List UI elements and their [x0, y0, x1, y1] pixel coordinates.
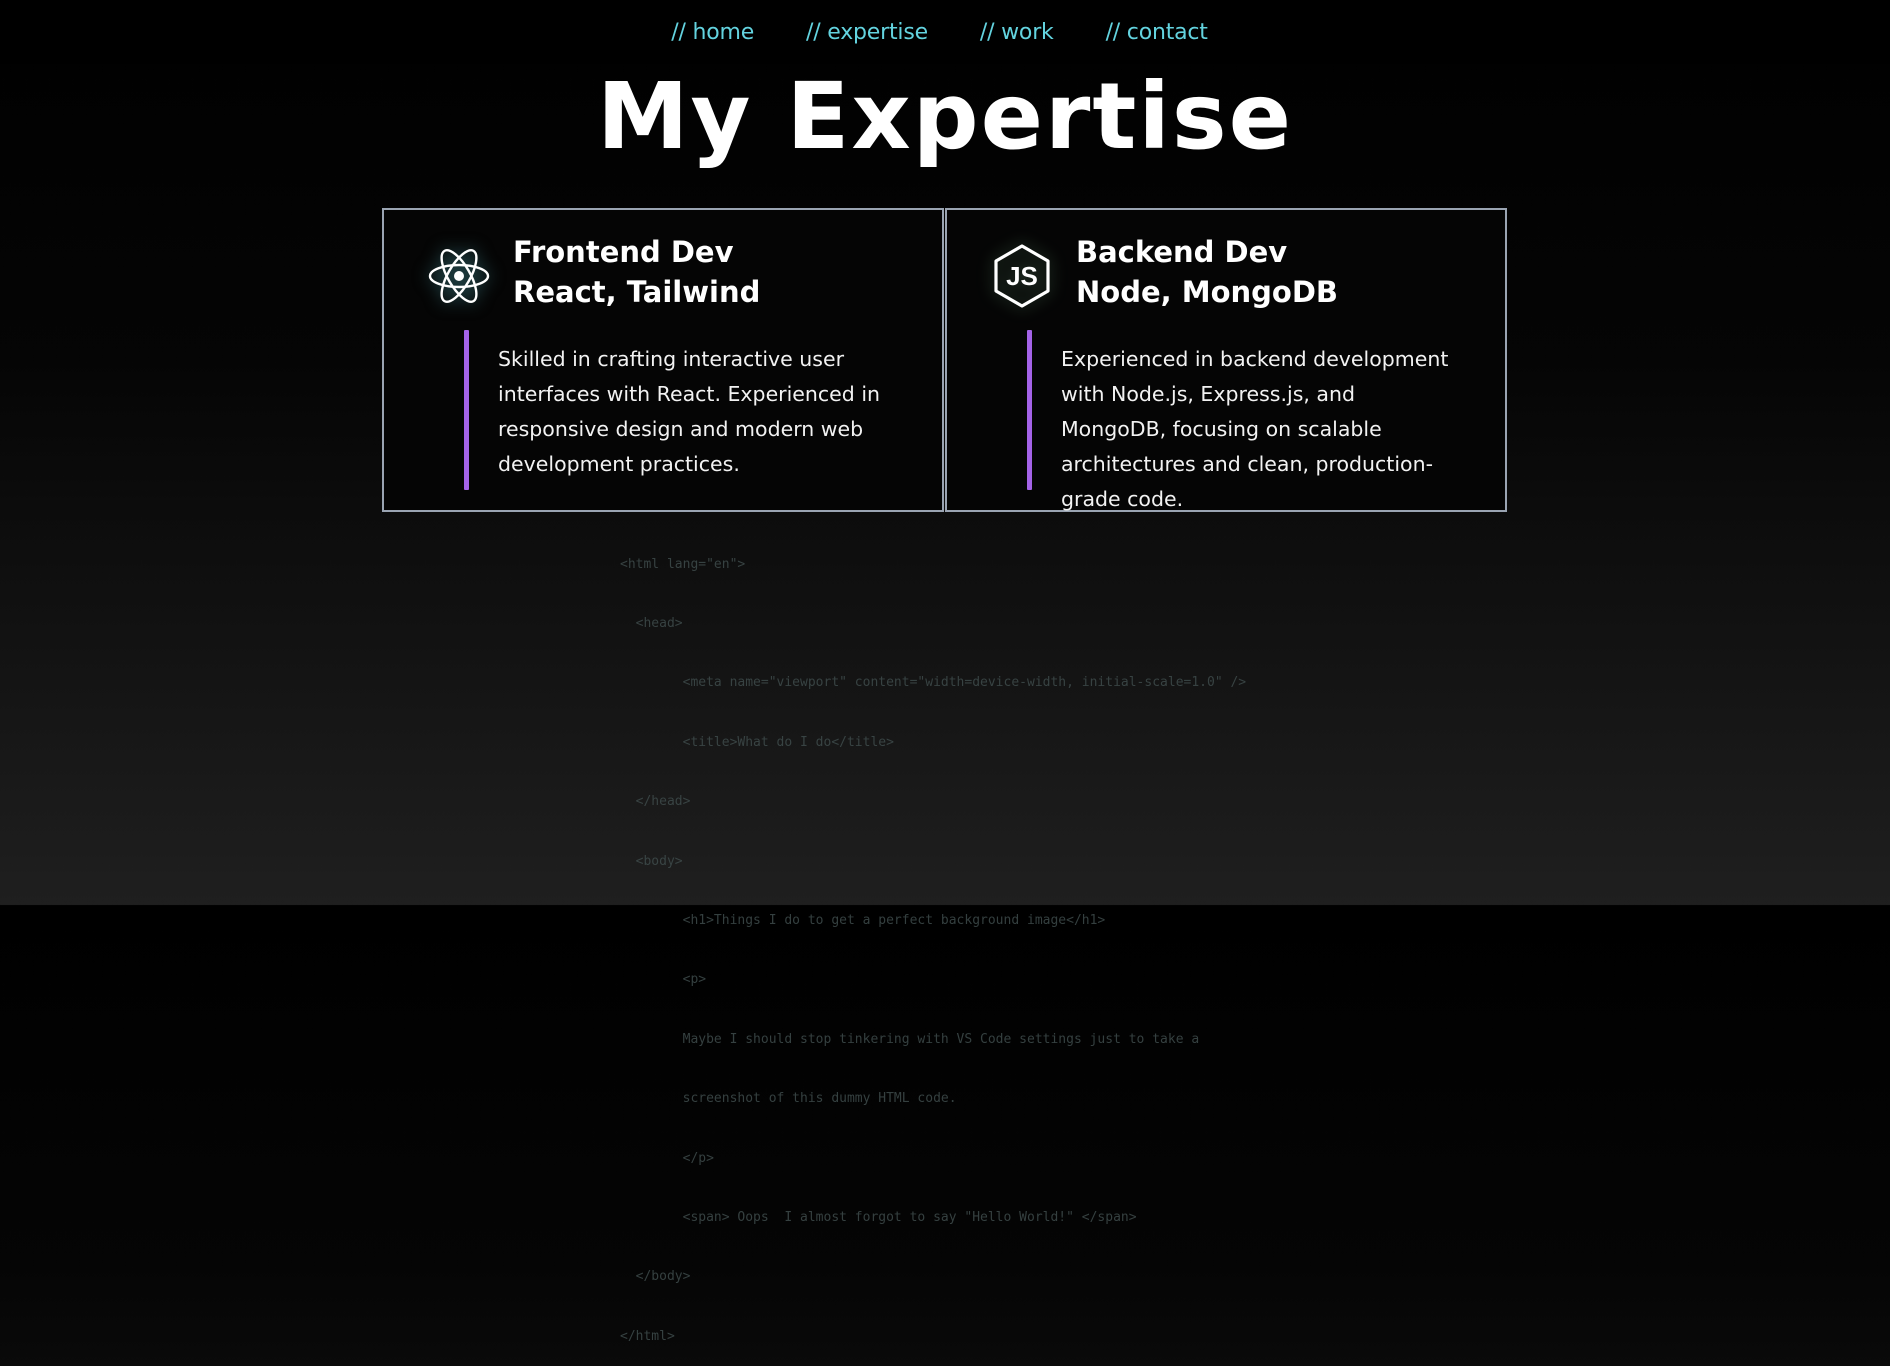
code-line: <p>	[620, 972, 707, 988]
page-title: My Expertise	[596, 63, 1294, 170]
code-line: </p>	[620, 1150, 714, 1166]
code-line: <span> Oops I almost forgot to say "Hell…	[620, 1209, 1137, 1225]
nav-link-home[interactable]: // home	[671, 20, 754, 45]
code-line: </body>	[620, 1269, 691, 1285]
code-line: </html>	[620, 1328, 675, 1344]
code-line: <title>What do I do</title>	[620, 734, 894, 750]
code-line: <meta name="viewport" content="width=dev…	[620, 675, 1247, 691]
card-title-line1: Frontend Dev	[513, 235, 734, 269]
code-line: <body>	[620, 853, 683, 869]
card-description: Experienced in backend development with …	[1061, 347, 1449, 511]
code-line: <html lang="en">	[620, 556, 746, 572]
react-atom-icon	[426, 238, 492, 314]
nav-link-work[interactable]: // work	[980, 20, 1054, 45]
top-nav: // home // expertise // work // contact	[0, 0, 1890, 64]
card-backend: JS Backend Dev Node, MongoDB Experienced…	[945, 208, 1507, 512]
code-line: <h1>Things I do to get a perfect backgro…	[620, 912, 1106, 928]
expertise-cards: Frontend Dev React, Tailwind Skilled in …	[382, 208, 1507, 512]
card-frontend: Frontend Dev React, Tailwind Skilled in …	[382, 208, 944, 512]
accent-bar	[464, 330, 469, 490]
card-title-line2: Node, MongoDB	[1076, 275, 1339, 309]
code-line: screenshot of this dummy HTML code.	[620, 1091, 957, 1107]
svg-text:JS: JS	[1006, 261, 1038, 291]
card-title-line2: React, Tailwind	[513, 275, 761, 309]
card-title-line1: Backend Dev	[1076, 235, 1288, 269]
accent-bar	[1027, 330, 1032, 490]
code-line: </head>	[620, 794, 691, 810]
code-line: Maybe I should stop tinkering with VS Co…	[620, 1031, 1200, 1047]
code-line: <head>	[620, 615, 683, 631]
card-title: Frontend Dev React, Tailwind	[513, 232, 760, 312]
nav-link-contact[interactable]: // contact	[1106, 20, 1208, 45]
nav-link-expertise[interactable]: // expertise	[806, 20, 928, 45]
background-code-snippet: <html lang="en"> <head> <meta name="view…	[620, 515, 1280, 1366]
nodejs-icon: JS	[989, 238, 1055, 314]
card-title: Backend Dev Node, MongoDB	[1076, 232, 1338, 312]
card-description: Skilled in crafting interactive user int…	[498, 347, 881, 476]
